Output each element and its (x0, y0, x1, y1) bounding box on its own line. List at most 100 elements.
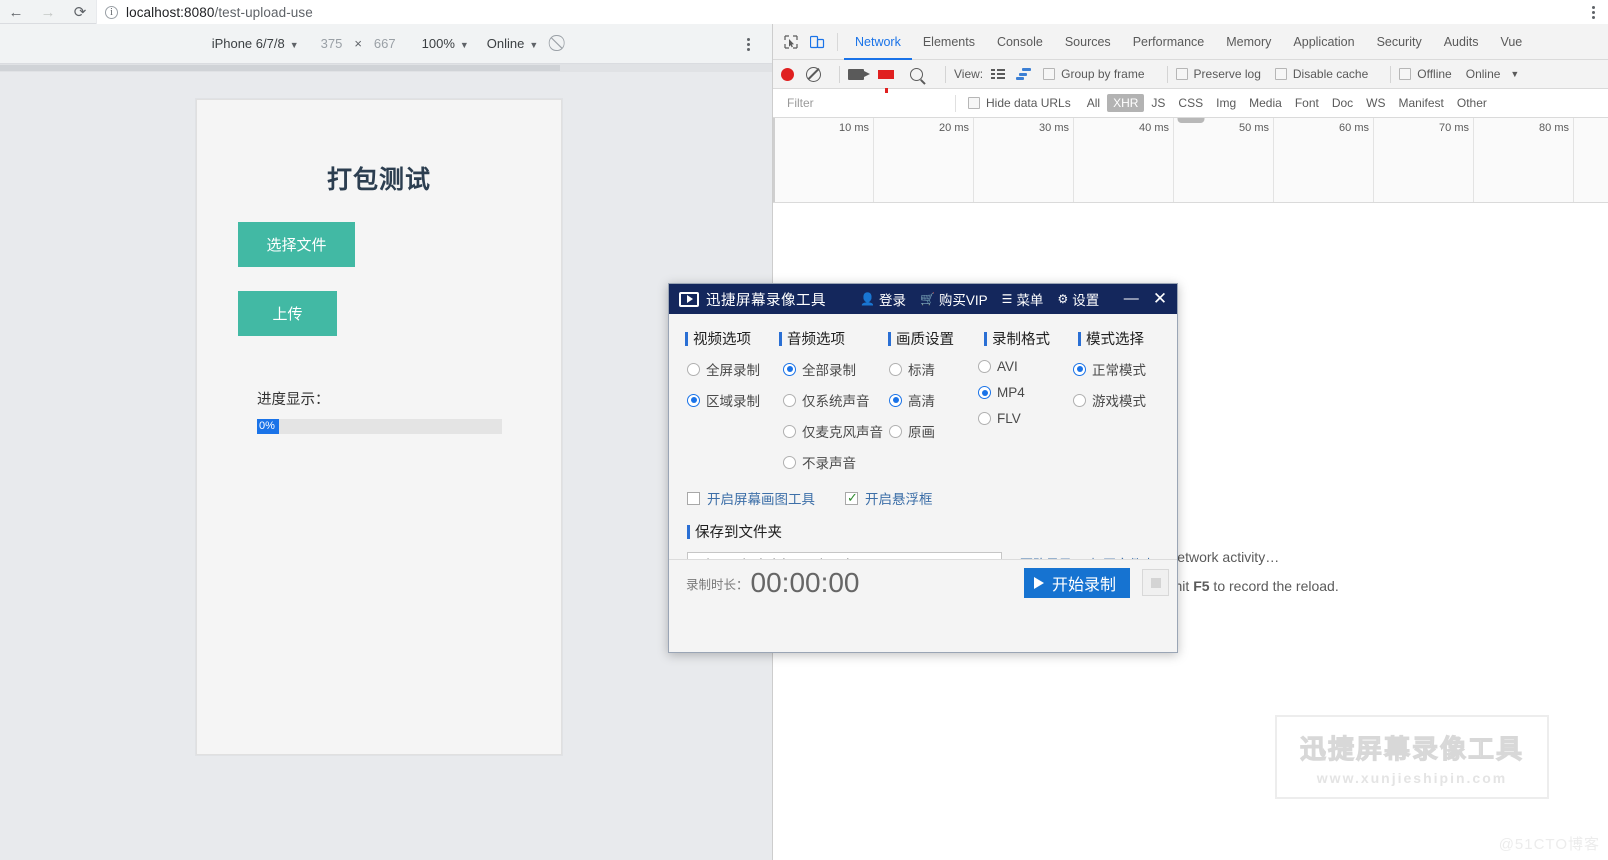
filter-type-xhr[interactable]: XHR (1107, 94, 1145, 112)
hide-data-urls-checkbox[interactable]: Hide data URLs (968, 96, 1071, 110)
record-dot-icon[interactable] (781, 67, 794, 81)
audio-option-all[interactable]: 全部录制 (783, 359, 889, 379)
recorder-titlebar[interactable]: 迅捷屏幕录像工具 👤 登录 🛒 购买VIP ☰ 菜单 ⚙ 设置 — ✕ (669, 284, 1177, 314)
back-icon[interactable]: ← (0, 0, 32, 24)
video-option-fullscreen[interactable]: 全屏录制 (687, 359, 783, 379)
filter-type-js[interactable]: JS (1145, 94, 1171, 112)
filter-type-all[interactable]: All (1081, 94, 1106, 112)
offline-checkbox[interactable]: Offline (1399, 67, 1452, 81)
tab-security[interactable]: Security (1366, 24, 1433, 60)
filter-type-other[interactable]: Other (1451, 94, 1493, 112)
tab-audits[interactable]: Audits (1433, 24, 1490, 60)
menu-icon: ☰ (1001, 292, 1013, 306)
search-icon[interactable] (910, 67, 923, 81)
browser-menu-icon[interactable] (1584, 3, 1602, 21)
filter-type-media[interactable]: Media (1243, 94, 1288, 112)
tab-console[interactable]: Console (986, 24, 1054, 60)
checkbox-box (1274, 68, 1287, 80)
close-icon[interactable]: ✕ (1151, 290, 1169, 308)
audio-option-system[interactable]: 仅系统声音 (783, 390, 889, 410)
tab-vue[interactable]: Vue (1489, 24, 1533, 60)
recording-hint-post: to record the reload. (1209, 578, 1339, 594)
device-toolbar-menu-icon[interactable] (740, 36, 756, 52)
funnel-filter-icon[interactable] (878, 69, 894, 93)
video-play-logo-icon (679, 291, 699, 307)
format-option-avi[interactable]: AVI (978, 359, 1073, 374)
quality-option-sd[interactable]: 标清 (889, 359, 978, 379)
quality-option-original[interactable]: 原画 (889, 421, 978, 441)
network-toolbar: View: Group by frame Preserve log Disabl… (773, 60, 1608, 93)
upload-button[interactable]: 上传 (238, 291, 337, 336)
viewport-width-input[interactable]: 375 (321, 36, 343, 51)
audio-option-all-label: 全部录制 (802, 363, 856, 378)
tab-network[interactable]: Network (844, 24, 912, 60)
mode-option-game[interactable]: 游戏模式 (1073, 390, 1146, 410)
inspect-element-icon[interactable] (777, 28, 804, 56)
start-recording-label: 开始录制 (1051, 577, 1116, 594)
throttle-preset-label[interactable]: Online (1466, 67, 1501, 81)
filter-type-ws[interactable]: WS (1360, 94, 1391, 112)
timeline-resize-grip[interactable] (1177, 118, 1204, 123)
address-bar[interactable]: i localhost:8080/test-upload-use (96, 0, 1608, 24)
start-recording-button[interactable]: 开始录制 (1023, 568, 1130, 598)
audio-option-mic[interactable]: 仅麦克风声音 (783, 421, 889, 441)
play-icon (1033, 577, 1044, 589)
chevron-down-icon[interactable]: ▼ (1510, 69, 1519, 79)
throttling-selector[interactable]: Online ▼ (487, 36, 539, 51)
disable-cache-checkbox[interactable]: Disable cache (1274, 67, 1368, 81)
camera-icon[interactable] (848, 68, 870, 80)
video-option-region-label: 区域录制 (706, 394, 760, 409)
group-by-frame-checkbox[interactable]: Group by frame (1043, 67, 1145, 81)
recorder-buy-vip-button[interactable]: 🛒 购买VIP (920, 289, 988, 309)
tab-application[interactable]: Application (1282, 24, 1365, 60)
minimize-icon[interactable]: — (1121, 291, 1141, 306)
video-option-region[interactable]: 区域录制 (687, 390, 783, 410)
recorder-login-button[interactable]: 👤 登录 (860, 289, 906, 309)
filter-input[interactable] (773, 88, 955, 118)
tab-elements[interactable]: Elements (912, 24, 986, 60)
ruler-tick: 40 ms (1139, 122, 1169, 134)
recorder-menu-button[interactable]: ☰ 菜单 (1002, 289, 1044, 309)
format-option-flv[interactable]: FLV (978, 411, 1073, 426)
zoom-selector[interactable]: 100% ▼ (422, 36, 469, 51)
checkbox-box (1399, 68, 1412, 80)
device-selector[interactable]: iPhone 6/7/8 ▼ (212, 36, 299, 51)
tab-memory[interactable]: Memory (1215, 24, 1282, 60)
viewport-ruler[interactable] (0, 64, 772, 72)
format-option-mp4[interactable]: MP4 (978, 385, 1073, 400)
filter-type-img[interactable]: Img (1210, 94, 1242, 112)
tab-performance[interactable]: Performance (1122, 24, 1216, 60)
devtools-tabbar: Network Elements Console Sources Perform… (773, 24, 1608, 60)
network-timeline-ruler[interactable]: 10 ms 20 ms 30 ms 40 ms 50 ms 60 ms 70 m… (773, 118, 1608, 203)
filter-type-doc[interactable]: Doc (1326, 94, 1359, 112)
forward-icon[interactable]: → (32, 0, 64, 24)
mode-option-normal[interactable]: 正常模式 (1073, 359, 1146, 379)
waterfall-view-icon[interactable] (1016, 68, 1032, 80)
site-info-icon[interactable]: i (105, 5, 118, 19)
list-view-icon[interactable] (991, 68, 1006, 80)
tab-sources[interactable]: Sources (1054, 24, 1122, 60)
filter-type-css[interactable]: CSS (1172, 94, 1209, 112)
screen-draw-tool-checkbox[interactable] (687, 491, 700, 505)
viewport-resize-handle[interactable] (0, 65, 560, 71)
choose-file-button[interactable]: 选择文件 (238, 222, 355, 267)
quality-option-hd[interactable]: 高清 (889, 390, 978, 410)
stop-recording-button[interactable] (1142, 569, 1169, 596)
screenshot-root: ← → ⟳ i localhost:8080/test-upload-use i… (0, 0, 1608, 860)
chevron-down-icon: ▼ (459, 39, 469, 50)
filter-type-font[interactable]: Font (1289, 94, 1325, 112)
recorder-settings-button[interactable]: ⚙ 设置 (1057, 289, 1099, 309)
floating-box-checkbox[interactable] (845, 490, 858, 506)
toolbar-divider (839, 65, 840, 83)
ruler-tick: 80 ms (1539, 122, 1569, 134)
preserve-log-checkbox[interactable]: Preserve log (1175, 67, 1261, 81)
recorder-buy-vip-label: 购买VIP (938, 293, 988, 308)
checkbox-box (968, 97, 980, 109)
viewport-height-input[interactable]: 667 (374, 36, 396, 51)
audio-option-none[interactable]: 不录声音 (783, 452, 889, 472)
toggle-device-toolbar-icon[interactable] (804, 28, 831, 56)
url-path: /test-upload-use (214, 4, 313, 20)
clear-icon[interactable] (806, 66, 821, 82)
reload-icon[interactable]: ⟳ (64, 0, 96, 24)
filter-type-manifest[interactable]: Manifest (1393, 94, 1450, 112)
